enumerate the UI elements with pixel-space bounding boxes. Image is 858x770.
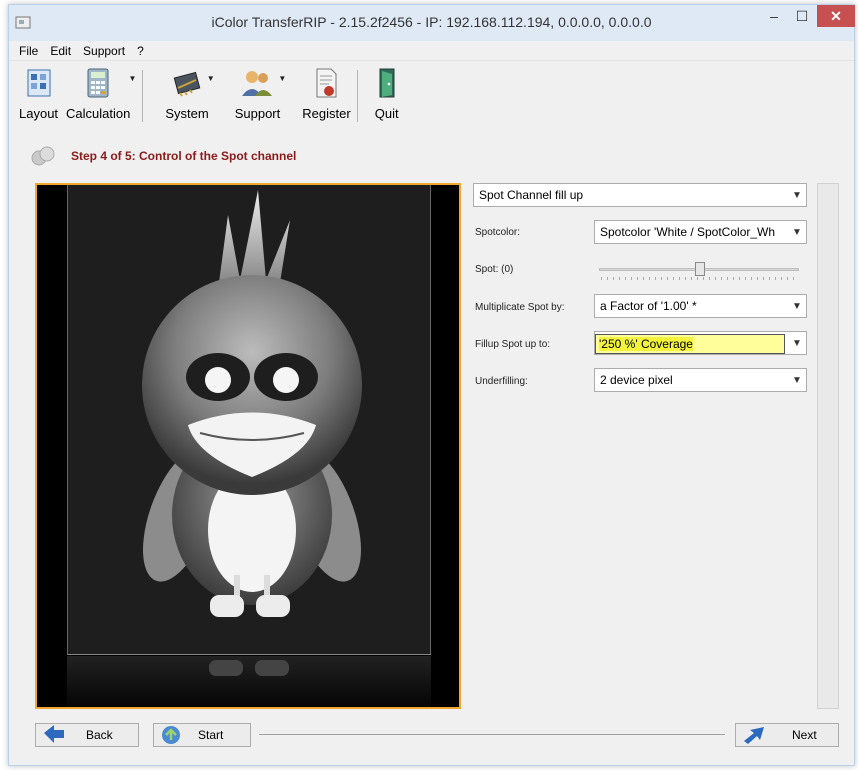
start-button[interactable]: Start <box>153 723 251 747</box>
spotcolor-select-value: Spotcolor 'White / SpotColor_Wh <box>600 225 776 239</box>
spotcolor-select[interactable]: Spotcolor 'White / SpotColor_Wh ▼ <box>594 220 807 244</box>
layout-icon <box>27 69 51 97</box>
next-arrow-icon <box>744 727 764 744</box>
menu-help[interactable]: ? <box>131 44 150 58</box>
bird-preview-image <box>142 190 362 617</box>
chevron-down-icon: ▼ <box>792 226 802 238</box>
mode-select[interactable]: Spot Channel fill up ▼ <box>473 183 807 207</box>
toolbar-separator <box>142 70 144 122</box>
multiplicate-select-value: a Factor of '1.00' * <box>600 299 697 313</box>
quit-button[interactable]: Quit <box>366 62 408 121</box>
next-label: Next <box>792 728 817 742</box>
fillup-input[interactable]: '250 %' Coverage <box>595 334 785 354</box>
spotcolor-label: Spotcolor: <box>475 227 521 238</box>
register-label: Register <box>302 106 351 121</box>
support-people-icon <box>242 71 273 96</box>
start-icon <box>162 726 180 744</box>
fillup-select-value: '250 %' Coverage <box>599 337 693 351</box>
fillup-label: Fillup Spot up to: <box>475 339 551 350</box>
support-label: Support <box>234 106 281 121</box>
menu-bar: File Edit Support ? <box>9 41 854 61</box>
register-certificate-icon <box>316 68 337 98</box>
underfilling-label: Underfilling: <box>475 376 528 387</box>
app-window: iColor TransferRIP - 2.15.2f2456 - IP: 1… <box>8 4 855 766</box>
calculation-dropdown-icon: ▼ <box>128 74 137 83</box>
spot-slider-ticks <box>601 277 797 280</box>
calculation-button[interactable]: ▼ Calculation <box>62 62 137 121</box>
reflection-feet-image <box>209 660 289 676</box>
calculation-label: Calculation <box>66 106 131 121</box>
side-scrollbar[interactable] <box>817 183 839 709</box>
title-bar: iColor TransferRIP - 2.15.2f2456 - IP: 1… <box>9 5 855 41</box>
quit-label: Quit <box>374 106 399 121</box>
next-button[interactable]: Next <box>735 723 839 747</box>
system-button[interactable]: ▼ System <box>151 62 222 121</box>
support-button[interactable]: ▼ Support <box>223 62 293 121</box>
step-spheres-icon <box>31 146 55 166</box>
system-label: System <box>165 106 209 121</box>
start-label: Start <box>198 728 224 742</box>
progress-line <box>259 734 725 735</box>
back-arrow-icon <box>44 725 64 743</box>
toolbar-separator <box>356 70 358 122</box>
spot-slider-thumb[interactable] <box>695 262 705 276</box>
preview-reflection <box>67 656 431 707</box>
menu-edit[interactable]: Edit <box>44 44 77 58</box>
window-title: iColor TransferRIP - 2.15.2f2456 - IP: 1… <box>211 14 652 30</box>
layout-button[interactable]: Layout <box>15 62 62 121</box>
chevron-down-icon: ▼ <box>792 300 802 312</box>
back-label: Back <box>86 728 113 742</box>
layout-label: Layout <box>19 106 59 121</box>
menu-support[interactable]: Support <box>77 44 131 58</box>
support-dropdown-icon: ▼ <box>278 74 287 83</box>
mode-select-value: Spot Channel fill up <box>479 188 584 202</box>
step-header: Step 4 of 5: Control of the Spot channel <box>29 145 296 167</box>
preview-canvas[interactable] <box>35 183 461 709</box>
system-dropdown-icon: ▼ <box>206 74 215 83</box>
underfilling-select-value: 2 device pixel <box>600 373 673 387</box>
close-button[interactable]: ✕ <box>817 5 855 27</box>
minimize-button[interactable]: – <box>761 5 787 27</box>
back-button[interactable]: Back <box>35 723 139 747</box>
multiplicate-select[interactable]: a Factor of '1.00' * ▼ <box>594 294 807 318</box>
chevron-down-icon: ▼ <box>792 189 802 201</box>
quit-door-icon <box>379 68 395 98</box>
spot-label: Spot: (0) <box>475 264 514 275</box>
chevron-down-icon: ▼ <box>792 337 802 349</box>
register-button[interactable]: Register <box>292 62 352 121</box>
menu-file[interactable]: File <box>13 44 44 58</box>
toolbar: Layout ▼ Calculation ▼ System ▼ Support … <box>9 62 854 130</box>
underfilling-select[interactable]: 2 device pixel ▼ <box>594 368 807 392</box>
step-title: Step 4 of 5: Control of the Spot channel <box>71 149 297 163</box>
multiplicate-label: Multiplicate Spot by: <box>475 302 565 313</box>
calculator-icon <box>87 68 109 98</box>
chevron-down-icon: ▼ <box>792 374 802 386</box>
preview-page <box>67 185 431 655</box>
system-chip-icon <box>173 71 201 97</box>
maximize-button[interactable]: ☐ <box>789 5 815 27</box>
